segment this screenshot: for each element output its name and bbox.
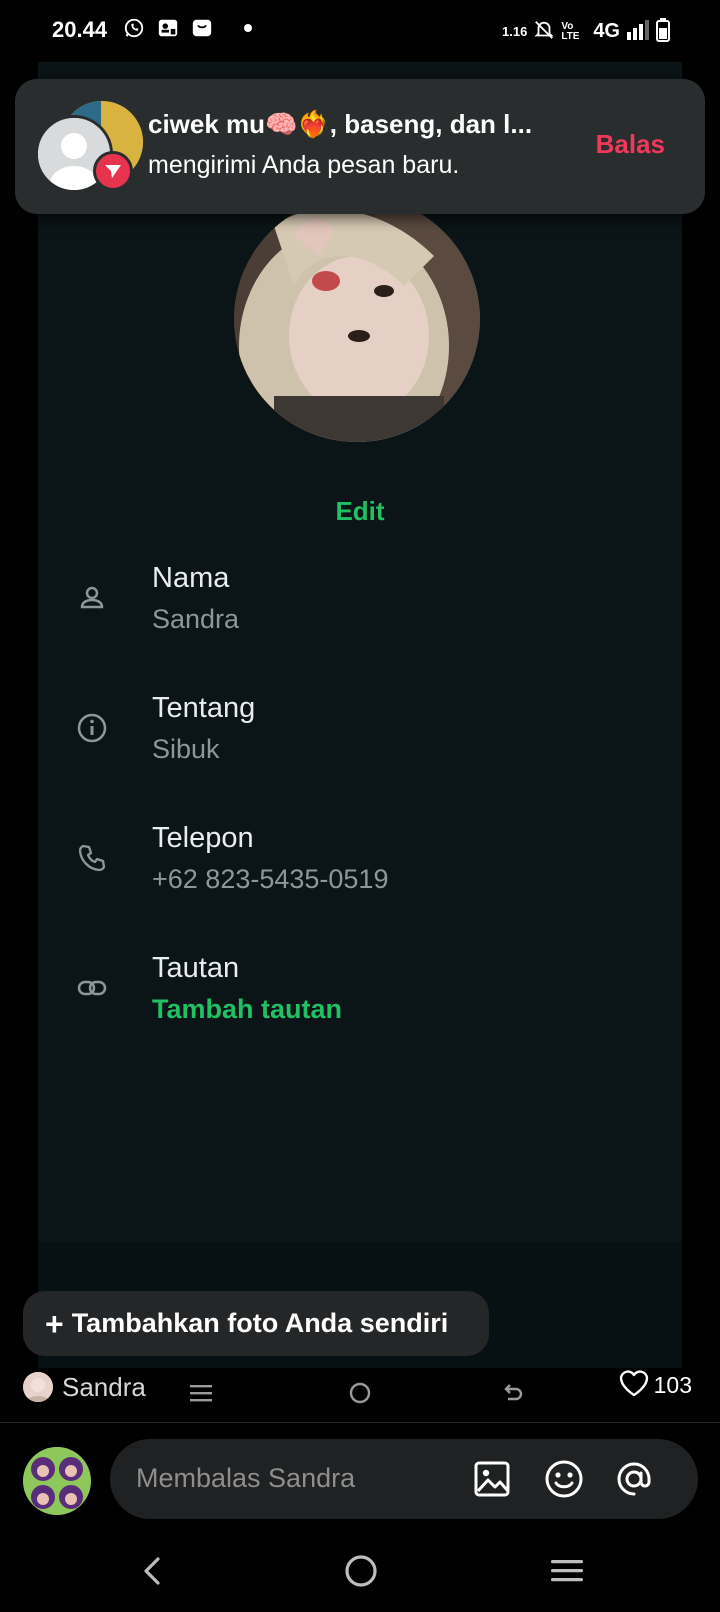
volte-badge: Vo LTE — [561, 20, 580, 42]
image-icon[interactable] — [470, 1457, 514, 1501]
info-row-phone[interactable]: Telepon +62 823-5435-0519 — [38, 822, 682, 922]
info-row-links[interactable]: Tautan Tambah tautan — [38, 952, 682, 1052]
info-title: Tentang — [152, 692, 256, 724]
story-author-name[interactable]: Sandra — [62, 1372, 146, 1403]
notification-title: ciwek mu🧠❤️‍🔥, baseng, dan l... — [148, 109, 533, 139]
status-system-icons: 1.16 Vo LTE 4G — [502, 18, 670, 45]
status-time: 20.44 — [52, 17, 108, 42]
status-bar: 20.44 1.16 Vo LTE 4G — [0, 0, 720, 62]
person-icon — [76, 582, 108, 614]
mute-icon — [533, 19, 555, 44]
mention-icon[interactable] — [612, 1457, 656, 1501]
divider — [0, 1422, 720, 1423]
edit-photo-link[interactable]: Edit — [38, 496, 682, 527]
notification-body: mengirimi Anda pesan baru. — [148, 151, 460, 179]
notification-dot-icon — [244, 24, 252, 32]
my-avatar[interactable] — [23, 1447, 91, 1515]
info-icon — [76, 712, 108, 744]
back-icon[interactable] — [128, 1546, 178, 1596]
reply-placeholder: Membalas Sandra — [136, 1463, 356, 1493]
data-speed: 1.16 — [502, 24, 528, 39]
info-title: Telepon — [152, 822, 254, 854]
home-icon[interactable] — [336, 1546, 386, 1596]
shopping-bag-icon — [190, 16, 214, 40]
recents-menu-icon[interactable] — [542, 1546, 592, 1596]
story-image-whatsapp-profile: Edit Nama Sandra Tentang Sibuk Telepon +… — [38, 62, 682, 1368]
home-circle-icon — [349, 1382, 371, 1409]
info-value: Sandra — [152, 604, 240, 634]
add-your-photo-button[interactable]: + Tambahkan foto Anda sendiri — [23, 1291, 489, 1356]
reply-input[interactable]: Membalas Sandra — [110, 1439, 698, 1519]
status-app-icons — [122, 16, 252, 40]
notification-banner[interactable]: ciwek mu🧠❤️‍🔥, baseng, dan l... mengirim… — [15, 79, 705, 214]
info-value: Sibuk — [152, 734, 220, 764]
phone-icon — [76, 842, 108, 874]
network-type: 4G — [593, 20, 620, 42]
direct-message-icon — [93, 151, 133, 191]
plus-icon: + — [45, 1305, 64, 1342]
add-photo-label: Tambahkan foto Anda sendiri — [71, 1308, 449, 1338]
info-title: Tautan — [152, 952, 240, 984]
battery-icon — [656, 18, 670, 45]
back-arrow-icon — [502, 1382, 524, 1409]
whatsapp-icon — [122, 16, 146, 40]
system-navigation-bar — [0, 1540, 720, 1612]
add-link-button[interactable]: Tambah tautan — [152, 994, 342, 1025]
emoji-icon[interactable] — [542, 1457, 586, 1501]
link-icon — [76, 972, 108, 1004]
story-footer: Sandra 103 — [0, 1368, 720, 1420]
info-title: Nama — [152, 562, 230, 594]
profile-photo — [234, 196, 480, 442]
like-count: 103 — [653, 1372, 692, 1398]
heart-icon — [618, 1368, 650, 1403]
info-row-name[interactable]: Nama Sandra — [38, 562, 682, 662]
signal-icon — [626, 20, 650, 43]
contact-card-icon — [156, 16, 180, 40]
reply-button[interactable]: Balas — [596, 129, 665, 160]
info-value: +62 823-5435-0519 — [152, 864, 389, 894]
story-author-avatar[interactable] — [23, 1372, 53, 1402]
info-row-about[interactable]: Tentang Sibuk — [38, 692, 682, 792]
menu-lines-icon — [190, 1382, 212, 1409]
like-button[interactable]: 103 — [618, 1368, 692, 1403]
